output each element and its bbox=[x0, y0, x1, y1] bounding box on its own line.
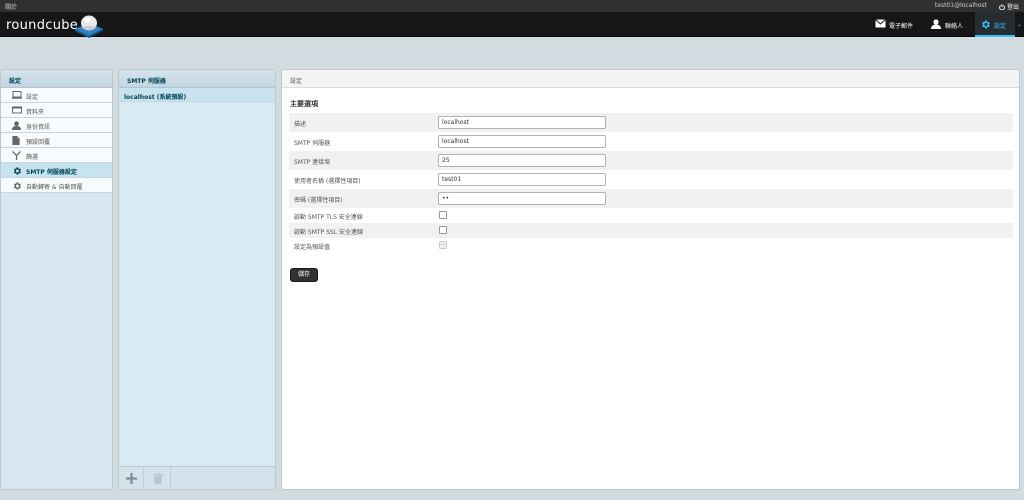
field-label: 設定為預設值 bbox=[294, 244, 331, 251]
contacts-button[interactable]: 聯絡人 bbox=[931, 12, 967, 37]
list-footer bbox=[119, 466, 275, 489]
gear-icon bbox=[982, 20, 990, 29]
form-row: 設定為預設值 bbox=[289, 238, 1013, 253]
field-label: 使用者名稱 (選擇性項目) bbox=[294, 178, 361, 185]
ssl-checkbox[interactable] bbox=[439, 226, 447, 234]
gear-icon bbox=[13, 167, 21, 175]
nav-item-filters[interactable]: 篩選 bbox=[1, 148, 112, 163]
field-label: 描述 bbox=[294, 121, 307, 128]
nav-item-forward-autoreply[interactable]: 自動轉寄 & 自動回覆 bbox=[1, 178, 112, 193]
filter-icon bbox=[12, 151, 21, 160]
section-title: 主要選項 bbox=[290, 100, 318, 108]
list-empty-area bbox=[119, 103, 275, 465]
smtp-server-list-panel: SMTP 伺服器 localhost (系統預設) bbox=[118, 69, 276, 490]
form-row: 啟動 SMTP SSL 安全連線 bbox=[289, 223, 1013, 238]
add-server-button[interactable] bbox=[119, 467, 144, 489]
form-row: 啟動 SMTP TLS 安全連線 bbox=[289, 208, 1013, 223]
nav-item-smtp-server[interactable]: SMTP 伺服器設定 bbox=[1, 163, 112, 178]
username-label: test01@localhost bbox=[934, 2, 987, 9]
field-label: 密碼 (選擇性項目) bbox=[294, 197, 343, 204]
smtp-server-input[interactable] bbox=[438, 135, 606, 148]
settings-button[interactable]: 設定 bbox=[975, 12, 1015, 37]
logout-button[interactable]: 登出 bbox=[999, 2, 1019, 11]
envelope-icon bbox=[875, 19, 886, 28]
nav-item-label: 資料夾 bbox=[26, 109, 45, 116]
username-input[interactable] bbox=[438, 173, 606, 186]
user-icon bbox=[931, 19, 941, 29]
settings-nav-header: 設定 bbox=[1, 70, 112, 88]
nav-item-label: 預設回覆 bbox=[26, 139, 51, 146]
form-row: SMTP 伺服器 bbox=[289, 132, 1013, 151]
more-menu-button[interactable]: ⌄ bbox=[1015, 12, 1024, 37]
nav-item-label: 身份資訊 bbox=[26, 124, 51, 131]
nav-item-label: SMTP 伺服器設定 bbox=[26, 169, 77, 176]
settings-nav-panel: 設定 設定 資料夾 身份資訊 預設回覆 篩選 SMTP 伺服器設定 自動轉寄 &… bbox=[0, 69, 113, 490]
power-icon bbox=[999, 4, 1005, 11]
save-button[interactable]: 儲存 bbox=[290, 268, 318, 282]
preferences-frame: 設定 主要選項 描述 SMTP 伺服器 SMTP 連接埠 使用者名稱 (選擇性項… bbox=[281, 69, 1020, 490]
smtp-list-header: SMTP 伺服器 bbox=[119, 70, 275, 88]
nav-item-label: 篩選 bbox=[26, 154, 39, 161]
nav-item-responses[interactable]: 預設回覆 bbox=[1, 133, 112, 148]
logout-label: 登出 bbox=[1006, 4, 1019, 11]
nav-item-folders[interactable]: 資料夾 bbox=[1, 103, 112, 118]
mail-label: 電子郵件 bbox=[889, 23, 914, 30]
set-default-checkbox bbox=[439, 241, 447, 249]
prefs-header: 設定 bbox=[282, 70, 1019, 88]
mail-button[interactable]: 電子郵件 bbox=[875, 12, 919, 37]
user-icon bbox=[12, 121, 21, 130]
field-label: 啟動 SMTP SSL 安全連線 bbox=[294, 229, 363, 236]
nav-item-identities[interactable]: 身份資訊 bbox=[1, 118, 112, 133]
nav-item-label: 自動轉寄 & 自動回覆 bbox=[26, 184, 83, 191]
delete-server-button[interactable] bbox=[146, 467, 171, 489]
trash-icon bbox=[153, 473, 163, 484]
settings-label: 設定 bbox=[994, 23, 1007, 30]
field-label: SMTP 連接埠 bbox=[294, 159, 331, 166]
form-row: SMTP 連接埠 bbox=[289, 151, 1013, 170]
plus-icon bbox=[126, 473, 137, 484]
field-label: 啟動 SMTP TLS 安全連線 bbox=[294, 214, 363, 221]
smtp-port-input[interactable] bbox=[438, 154, 606, 167]
tls-checkbox[interactable] bbox=[439, 211, 447, 219]
app-header: roundcube 電子郵件 聯絡人 設定 ⌄ bbox=[0, 12, 1024, 38]
top-line-bar: 關於 test01@localhost 登出 bbox=[0, 0, 1024, 12]
description-input[interactable] bbox=[438, 116, 606, 129]
properties-table: 描述 SMTP 伺服器 SMTP 連接埠 使用者名稱 (選擇性項目) 密碼 (選… bbox=[289, 113, 1013, 253]
chevron-down-icon: ⌄ bbox=[1017, 21, 1023, 28]
active-indicator bbox=[975, 35, 1015, 37]
logo-text: roundcube bbox=[6, 18, 79, 33]
document-icon bbox=[12, 136, 20, 145]
contacts-label: 聯絡人 bbox=[945, 23, 964, 30]
monitor-icon bbox=[12, 91, 22, 99]
folder-icon bbox=[12, 106, 22, 114]
form-row: 描述 bbox=[289, 113, 1013, 132]
gear-icon bbox=[13, 182, 21, 190]
field-label: SMTP 伺服器 bbox=[294, 140, 331, 147]
roundcube-cube-icon bbox=[75, 15, 103, 38]
nav-item-label: 設定 bbox=[26, 94, 39, 101]
nav-item-preferences[interactable]: 設定 bbox=[1, 88, 112, 103]
form-row: 密碼 (選擇性項目) bbox=[289, 189, 1013, 208]
form-row: 使用者名稱 (選擇性項目) bbox=[289, 170, 1013, 189]
about-link[interactable]: 關於 bbox=[5, 2, 17, 11]
password-input[interactable] bbox=[438, 192, 606, 205]
list-item[interactable]: localhost (系統預設) bbox=[119, 88, 275, 102]
